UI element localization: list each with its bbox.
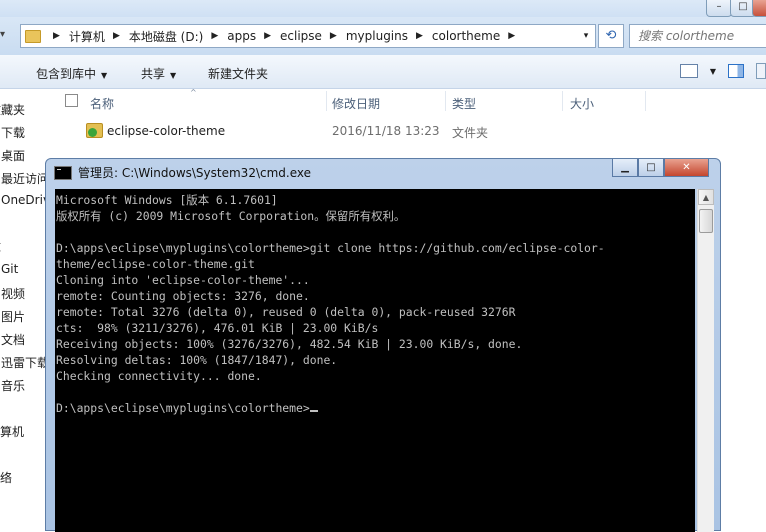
breadcrumb-item[interactable]: apps ▶: [227, 29, 280, 43]
console-line: Resolving deltas: 100% (1847/1847), done…: [56, 353, 338, 367]
console-line: cts: 98% (3211/3276), 476.01 KiB | 23.00…: [56, 321, 379, 335]
explorer-title-bar: [0, 0, 766, 17]
search-input[interactable]: [630, 28, 760, 44]
cmd-maximize-button[interactable]: □: [638, 159, 664, 177]
breadcrumb-item[interactable]: 计算机 ▶: [69, 28, 129, 45]
nav-item-computer[interactable]: 计算机: [0, 423, 24, 440]
chevron-down-icon: ▼: [101, 71, 108, 80]
include-library-button[interactable]: 包含到库中 ▼: [36, 65, 107, 82]
navigation-pane: 收藏夹 下载 桌面 最近访问 OneDrive 库 Git 视频 图片 文档 迅…: [0, 89, 47, 531]
scroll-up-icon[interactable]: ▲: [698, 189, 714, 205]
console-line: theme/eclipse-color-theme.git: [56, 257, 255, 271]
change-view-icon[interactable]: [679, 64, 698, 78]
console-line: D:\apps\eclipse\myplugins\colortheme>git…: [56, 241, 605, 255]
file-type: 文件夹: [452, 126, 489, 140]
console-scrollbar[interactable]: ▲: [697, 189, 714, 532]
console-output[interactable]: Microsoft Windows [版本 6.1.7601] 版权所有 (c)…: [55, 189, 695, 532]
address-dropdown-icon[interactable]: ▾: [577, 31, 595, 41]
text-cursor: [309, 410, 318, 412]
nav-item-desktop[interactable]: 桌面: [1, 147, 25, 164]
column-header-modified[interactable]: 修改日期: [332, 95, 380, 112]
console-line: remote: Total 3276 (delta 0), reused 0 (…: [56, 305, 516, 319]
nav-item-recent[interactable]: 最近访问: [1, 170, 47, 187]
chevron-down-icon[interactable]: ▼: [710, 67, 716, 76]
chevron-right-icon[interactable]: ▶: [330, 31, 337, 41]
chevron-down-icon: ▼: [170, 71, 177, 80]
search-box[interactable]: [629, 24, 766, 48]
column-header-size[interactable]: 大小: [570, 95, 594, 112]
breadcrumb-item[interactable]: colortheme ▶: [432, 29, 524, 43]
cmd-title: 管理员: C:\Windows\System32\cmd.exe: [78, 166, 311, 180]
chevron-right-icon[interactable]: ▶: [53, 31, 60, 41]
console-line: Microsoft Windows [版本 6.1.7601]: [56, 193, 278, 207]
select-all-checkbox[interactable]: [65, 94, 78, 107]
preview-pane-icon[interactable]: [728, 64, 744, 78]
chevron-right-icon[interactable]: ▶: [416, 31, 423, 41]
cmd-minimize-button[interactable]: ▁: [612, 159, 638, 177]
close-button[interactable]: ✕: [752, 0, 766, 17]
file-name: eclipse-color-theme: [107, 124, 226, 138]
minimize-button[interactable]: –: [706, 0, 732, 17]
nav-item-thunder-downloads[interactable]: 迅雷下载: [1, 354, 47, 371]
breadcrumb-item[interactable]: eclipse ▶: [280, 29, 346, 43]
chevron-right-icon[interactable]: ▶: [264, 31, 271, 41]
nav-item-onedrive[interactable]: OneDrive: [1, 193, 47, 207]
back-forward-dropdown-icon[interactable]: ▾: [0, 29, 20, 45]
nav-item-downloads[interactable]: 下载: [1, 124, 25, 141]
git-folder-icon: [86, 123, 103, 138]
cmd-close-button[interactable]: ✕: [664, 159, 709, 177]
share-button[interactable]: 共享 ▼: [141, 65, 176, 82]
breadcrumb-item[interactable]: myplugins ▶: [346, 29, 432, 43]
chevron-right-icon[interactable]: ▶: [508, 31, 515, 41]
console-line: Cloning into 'eclipse-color-theme'...: [56, 273, 310, 287]
file-row[interactable]: eclipse-color-theme 2016/11/18 13:23 文件夹: [80, 118, 766, 144]
scroll-thumb[interactable]: [699, 209, 713, 233]
console-line: Checking connectivity... done.: [56, 369, 262, 383]
cmd-window[interactable]: 管理员: C:\Windows\System32\cmd.exe ▁ □ ✕ M…: [45, 158, 721, 532]
nav-item-network[interactable]: 网络: [0, 469, 12, 486]
nav-item-music[interactable]: 音乐: [1, 377, 25, 394]
chevron-right-icon[interactable]: ▶: [211, 31, 218, 41]
command-bar: 包含到库中 ▼ 共享 ▼ 新建文件夹 ▼: [0, 55, 766, 89]
file-modified: 2016/11/18 13:23: [332, 124, 440, 138]
refresh-icon[interactable]: ⟲: [598, 24, 624, 48]
nav-item-videos[interactable]: 视频: [1, 285, 25, 302]
column-header-name[interactable]: 名称: [90, 95, 114, 112]
cmd-title-bar[interactable]: 管理员: C:\Windows\System32\cmd.exe: [54, 164, 311, 181]
console-line: Receiving objects: 100% (3276/3276), 482…: [56, 337, 523, 351]
nav-item-pictures[interactable]: 图片: [1, 308, 25, 325]
column-header-type[interactable]: 类型: [452, 95, 476, 112]
nav-item-favorites[interactable]: 收藏夹: [0, 101, 25, 118]
console-line: remote: Counting objects: 3276, done.: [56, 289, 310, 303]
console-prompt: D:\apps\eclipse\myplugins\colortheme>: [56, 401, 310, 415]
address-bar[interactable]: ▶ 计算机 ▶ 本地磁盘 (D:) ▶ apps ▶ eclipse ▶ myplugi…: [20, 24, 596, 48]
folder-icon: [25, 29, 41, 43]
nav-item-git[interactable]: Git: [1, 262, 18, 276]
console-line: 版权所有 (c) 2009 Microsoft Corporation。保留所有…: [56, 209, 406, 223]
breadcrumb-item[interactable]: 本地磁盘 (D:) ▶: [129, 28, 227, 45]
new-folder-button[interactable]: 新建文件夹: [208, 65, 268, 82]
nav-item-libraries[interactable]: 库: [0, 239, 1, 256]
help-icon[interactable]: [756, 63, 766, 79]
chevron-right-icon[interactable]: ▶: [113, 31, 120, 41]
sort-ascending-icon: ^: [190, 88, 197, 97]
column-header-row: ^ 名称 修改日期 类型 大小: [60, 88, 766, 113]
terminal-icon: [54, 165, 72, 180]
nav-item-documents[interactable]: 文档: [1, 331, 25, 348]
